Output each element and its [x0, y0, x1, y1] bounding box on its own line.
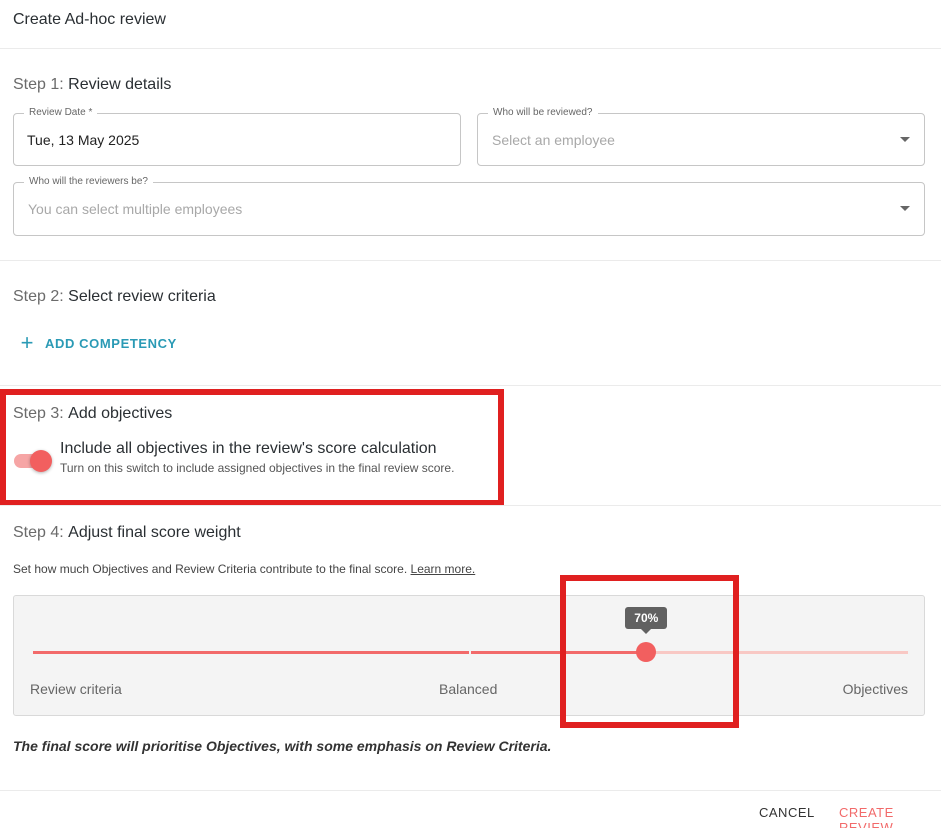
weight-description: Set how much Objectives and Review Crite… [13, 562, 475, 577]
divider [0, 385, 941, 386]
slider-label-objectives: Objectives [842, 681, 908, 697]
step1-heading: Step 1: Review details [13, 75, 171, 95]
reviewers-label: Who will the reviewers be? [24, 176, 153, 188]
weight-description-text: Set how much Objectives and Review Crite… [13, 562, 408, 576]
add-competency-label: ADD COMPETENCY [45, 335, 177, 351]
dialog-title: Create Ad-hoc review [13, 11, 166, 28]
learn-more-link[interactable]: Learn more. [411, 562, 476, 576]
slider-rail[interactable]: 70% [31, 607, 910, 662]
reviewee-label: Who will be reviewed? [488, 107, 598, 119]
add-competency-button[interactable]: + ADD COMPETENCY [18, 332, 177, 354]
reviewers-placeholder: You can select multiple employees [28, 201, 243, 217]
step1-title: Review details [68, 76, 172, 93]
divider [0, 790, 941, 791]
step2-title: Select review criteria [68, 288, 216, 305]
reviewee-placeholder: Select an employee [492, 131, 615, 148]
review-date-label: Review Date * [24, 107, 98, 119]
slider-label-review-criteria: Review criteria [30, 681, 122, 697]
reviewers-select[interactable]: Who will the reviewers be? You can selec… [13, 176, 925, 236]
divider [0, 505, 941, 506]
cancel-button[interactable]: CANCEL [759, 805, 815, 820]
highlight-box-slider [560, 575, 739, 728]
plus-icon: + [20, 330, 34, 355]
score-weight-slider-panel: 70% Review criteria Balanced Objectives [13, 595, 925, 716]
divider [0, 260, 941, 261]
reviewee-select[interactable]: Who will be reviewed? Select an employee [477, 107, 925, 166]
slider-label-balanced: Balanced [439, 681, 498, 697]
step4-heading: Step 4: Adjust final score weight [13, 523, 241, 543]
create-review-button[interactable]: CREATE REVIEW [839, 805, 941, 828]
slider-track [31, 651, 647, 654]
step2-prefix: Step 2: [13, 288, 64, 305]
step1-prefix: Step 1: [13, 76, 64, 93]
step4-title: Adjust final score weight [68, 524, 241, 541]
step2-heading: Step 2: Select review criteria [13, 287, 216, 307]
review-date-field[interactable]: Review Date * Tue, 13 May 2025 [13, 107, 461, 166]
slider-mark [469, 650, 471, 655]
chevron-down-icon[interactable] [900, 206, 910, 211]
final-score-note: The final score will prioritise Objectiv… [13, 738, 552, 754]
slider-mark [31, 650, 33, 655]
chevron-down-icon[interactable] [900, 136, 910, 142]
highlight-box-step3 [0, 389, 504, 506]
divider [0, 48, 941, 49]
step4-prefix: Step 4: [13, 524, 64, 541]
slider-mark [908, 650, 910, 655]
create-adhoc-review-dialog: Create Ad-hoc review Step 1: Review deta… [0, 0, 941, 828]
review-date-value: Tue, 13 May 2025 [27, 131, 140, 148]
